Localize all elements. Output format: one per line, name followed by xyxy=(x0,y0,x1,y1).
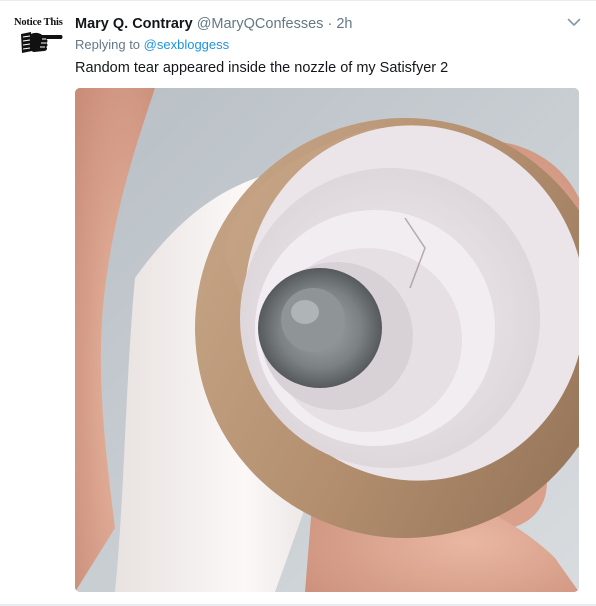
reply-handle-link[interactable]: @sexbloggess xyxy=(144,37,229,52)
chevron-down-icon[interactable] xyxy=(566,14,582,30)
tweet-card[interactable]: Notice This Mary Q. Contrary @MaryQConfe… xyxy=(0,0,596,606)
avatar[interactable]: Notice This xyxy=(12,12,64,64)
tweet-text: Random tear appeared inside the nozzle o… xyxy=(75,60,449,76)
replying-to: Replying to @sexbloggess xyxy=(75,36,229,54)
top-divider xyxy=(0,0,596,1)
tweet-photo[interactable] xyxy=(75,88,579,592)
user-handle[interactable]: @MaryQConfesses xyxy=(197,16,324,32)
photo-illustration xyxy=(75,88,579,592)
separator-dot: · xyxy=(327,16,333,32)
avatar-text: Notice This xyxy=(14,17,63,28)
replying-to-label: Replying to xyxy=(75,37,141,52)
tweet-header: Mary Q. Contrary @MaryQConfesses · 2h xyxy=(75,14,352,34)
pointing-hand-icon xyxy=(21,32,63,53)
timestamp[interactable]: 2h xyxy=(336,16,352,32)
display-name[interactable]: Mary Q. Contrary xyxy=(75,16,193,32)
